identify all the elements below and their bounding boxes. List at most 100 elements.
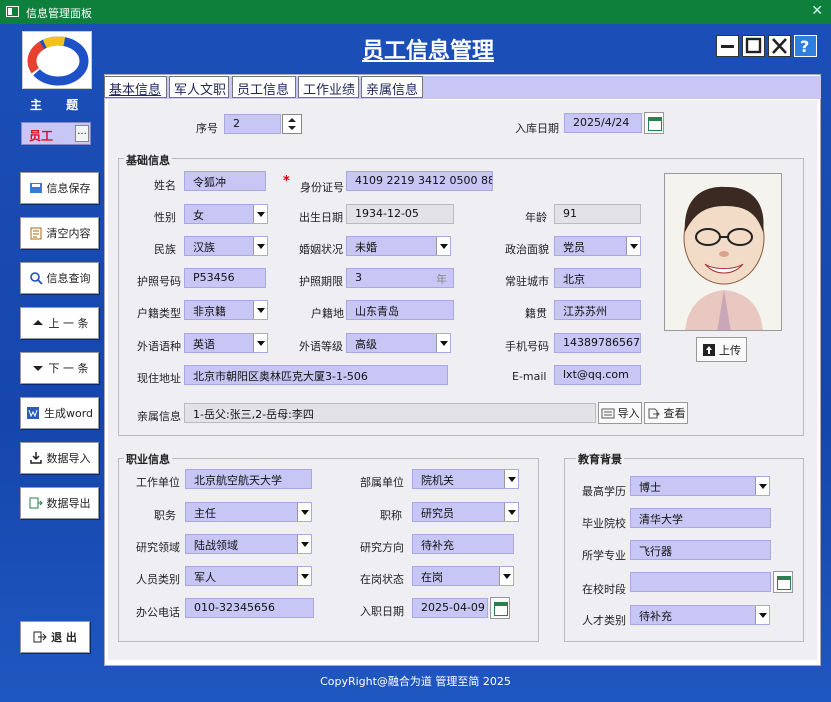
email-input[interactable]: lxt@qq.com: [554, 365, 641, 385]
chevron-down-icon[interactable]: [499, 567, 513, 585]
help-button[interactable]: ?: [794, 35, 817, 57]
rank-select[interactable]: 研究员: [412, 502, 519, 522]
major-input[interactable]: 飞行器: [630, 540, 771, 560]
chevron-down-icon[interactable]: [626, 237, 640, 255]
chevron-down-icon[interactable]: [755, 606, 769, 624]
form-content: 序号 2 入库日期 2025/4/24 基础信息 姓名 令狐冲 * 身份证号 4…: [108, 100, 817, 660]
phone-input[interactable]: 14389786567: [554, 333, 641, 353]
calendar-icon[interactable]: [644, 112, 664, 134]
upload-photo-button[interactable]: 上传: [696, 337, 747, 362]
search-button[interactable]: 信息查询: [20, 262, 99, 294]
data-export-label: 数据导出: [46, 497, 91, 510]
theme-label: 主 题: [30, 98, 89, 112]
tab-performance[interactable]: 工作业绩: [298, 76, 359, 98]
clear-label: 清空内容: [46, 227, 91, 240]
city-input[interactable]: 北京: [554, 268, 641, 288]
phone-label: 手机号码: [505, 340, 549, 353]
calendar-icon[interactable]: [773, 571, 793, 593]
data-export-button[interactable]: 数据导出: [20, 487, 99, 519]
chevron-down-icon[interactable]: [504, 503, 518, 521]
passport-label: 护照号码: [137, 275, 181, 288]
entry-date-input[interactable]: 2025/4/24: [564, 113, 642, 133]
direction-input[interactable]: 待补充: [412, 534, 514, 554]
close-icon[interactable]: ✕: [811, 3, 823, 19]
passport-term-input[interactable]: 3年: [346, 268, 454, 288]
name-input[interactable]: 令狐冲: [184, 171, 266, 191]
relatives-input[interactable]: 1-岳父:张三,2-岳母:李四: [184, 403, 596, 423]
minimize-button[interactable]: [716, 35, 739, 57]
chevron-down-icon[interactable]: [253, 237, 267, 255]
tab-basic-info[interactable]: 基本信息: [104, 76, 167, 98]
window-title: 信息管理面板: [26, 7, 92, 20]
seq-stepper[interactable]: [282, 114, 302, 134]
degree-select[interactable]: 博士: [630, 476, 770, 496]
ethnic-select[interactable]: 汉族: [184, 236, 268, 256]
next-record-button[interactable]: 下 一 条: [20, 352, 99, 384]
passport-input[interactable]: P53456: [184, 268, 266, 288]
clear-button[interactable]: 清空内容: [20, 217, 99, 249]
join-date-input[interactable]: 2025-04-09: [412, 598, 488, 618]
gender-label: 性别: [154, 211, 176, 224]
chevron-down-icon[interactable]: [297, 503, 311, 521]
calendar-icon[interactable]: [490, 597, 510, 619]
political-select[interactable]: 党员: [554, 236, 641, 256]
school-label: 毕业院校: [582, 517, 626, 530]
gender-value: 女: [193, 209, 204, 222]
hukou-place-input[interactable]: 山东青岛: [346, 300, 454, 320]
school-input[interactable]: 清华大学: [630, 508, 771, 528]
chevron-down-icon[interactable]: [297, 535, 311, 553]
name-label: 姓名: [154, 179, 176, 192]
gender-select[interactable]: 女: [184, 204, 268, 224]
prev-record-button[interactable]: 上 一 条: [20, 307, 99, 339]
field-select[interactable]: 陆战领域: [185, 534, 312, 554]
chevron-down-icon[interactable]: [297, 567, 311, 585]
chevron-down-icon[interactable]: [436, 334, 450, 352]
tab-relatives[interactable]: 亲属信息: [361, 76, 423, 98]
unit-input[interactable]: 北京航空航天大学: [185, 469, 312, 489]
dept-select[interactable]: 院机关: [412, 469, 519, 489]
theme-selector[interactable]: 员工 ...: [21, 122, 91, 145]
theme-browse-button[interactable]: ...: [75, 125, 89, 142]
address-input[interactable]: 北京市朝阳区奥林匹克大厦3-1-506: [184, 365, 448, 385]
passport-term-unit: 年: [436, 273, 447, 286]
seq-input[interactable]: 2: [224, 114, 281, 134]
tab-employee-info[interactable]: 员工信息: [232, 76, 296, 98]
chevron-down-icon[interactable]: [436, 237, 450, 255]
save-button[interactable]: 信息保存: [20, 172, 99, 204]
category-select[interactable]: 军人: [185, 566, 312, 586]
relatives-view-label: 查看: [663, 407, 686, 420]
tab-military-civil[interactable]: 军人文职: [169, 76, 229, 98]
email-label: E-mail: [512, 370, 547, 383]
id-input[interactable]: 4109 2219 3412 0500 88: [346, 171, 493, 191]
lang-select[interactable]: 英语: [184, 333, 268, 353]
maximize-button[interactable]: [742, 35, 765, 57]
post-select[interactable]: 主任: [185, 502, 312, 522]
chevron-down-icon[interactable]: [253, 205, 267, 223]
save-label: 信息保存: [46, 182, 91, 195]
office-phone-input[interactable]: 010-32345656: [185, 598, 314, 618]
chevron-down-icon[interactable]: [504, 470, 518, 488]
period-input[interactable]: [630, 572, 771, 592]
status-select[interactable]: 在岗: [412, 566, 514, 586]
help-icon: ?: [800, 37, 809, 56]
hukou-type-select[interactable]: 非京籍: [184, 300, 268, 320]
chevron-down-icon[interactable]: [253, 334, 267, 352]
unit-label: 工作单位: [136, 476, 180, 489]
exit-button[interactable]: 退 出: [20, 621, 90, 653]
category-value: 军人: [194, 571, 216, 584]
relatives-view-button[interactable]: 查看: [644, 402, 688, 424]
birth-input[interactable]: 1934-12-05: [346, 204, 454, 224]
native-input[interactable]: 江苏苏州: [554, 300, 641, 320]
chevron-down-icon[interactable]: [755, 477, 769, 495]
lang-level-select[interactable]: 高级: [346, 333, 451, 353]
marital-select[interactable]: 未婚: [346, 236, 451, 256]
age-input[interactable]: 91: [554, 204, 641, 224]
address-label: 现住地址: [137, 372, 181, 385]
relatives-import-button[interactable]: 导入: [598, 402, 642, 424]
talent-select[interactable]: 待补充: [630, 605, 770, 625]
data-import-button[interactable]: 数据导入: [20, 442, 99, 474]
close-button[interactable]: [768, 35, 791, 57]
chevron-down-icon[interactable]: [253, 301, 267, 319]
stepper-arrows-icon: [288, 118, 296, 130]
generate-word-button[interactable]: 生成word: [20, 397, 99, 429]
